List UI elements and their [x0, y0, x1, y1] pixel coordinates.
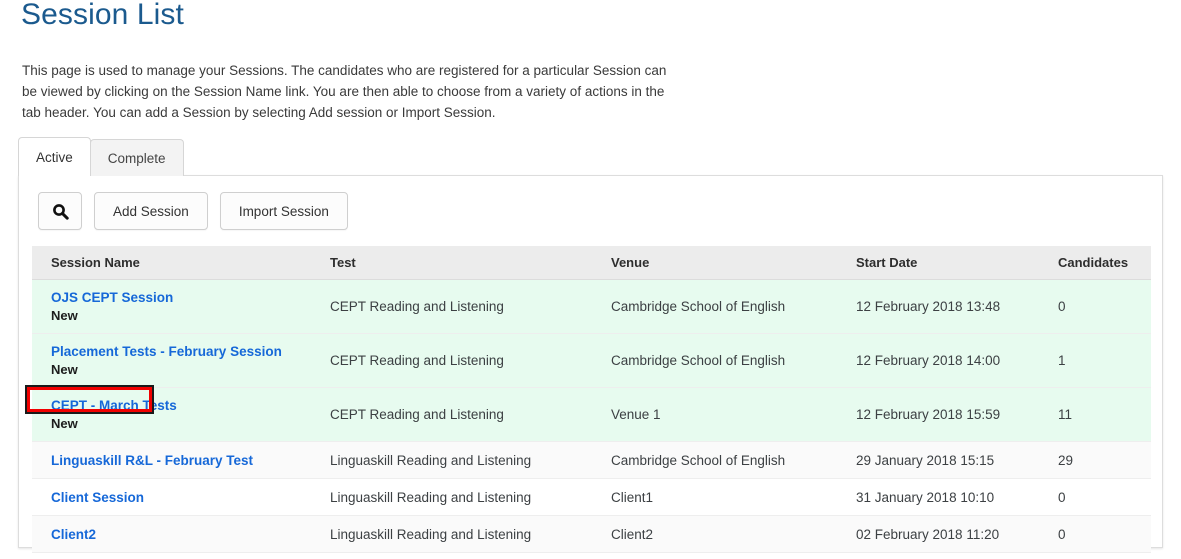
- table-row[interactable]: OJS CEPT Session New CEPT Reading and Li…: [32, 279, 1151, 334]
- column-header-test[interactable]: Test: [330, 246, 611, 280]
- cell-candidates: 0: [1058, 515, 1151, 553]
- cell-candidates: 0: [1058, 478, 1151, 516]
- cell-start-date: 12 February 2018 15:59: [856, 387, 1058, 442]
- session-list-page: Session List This page is used to manage…: [0, 0, 1181, 559]
- page-description: This page is used to manage your Session…: [22, 62, 667, 120]
- cell-venue: Client2: [611, 515, 856, 553]
- session-name-link-highlighted[interactable]: CEPT - March Tests: [51, 398, 177, 413]
- session-status: New: [51, 362, 78, 377]
- column-header-venue[interactable]: Venue: [611, 246, 856, 280]
- cell-candidates: 1: [1058, 333, 1151, 388]
- session-name-link[interactable]: Placement Tests - February Session: [51, 344, 282, 359]
- cell-test: CEPT Reading and Listening: [330, 333, 611, 388]
- cell-session-name: Linguaskill R&L - February Test: [32, 441, 330, 479]
- cell-start-date: 29 January 2018 15:15: [856, 441, 1058, 479]
- session-table: Session Name Test Venue Start Date Candi…: [32, 246, 1151, 553]
- cell-session-name: Client2: [32, 515, 330, 553]
- session-status: New: [51, 308, 78, 323]
- cell-start-date: 12 February 2018 14:00: [856, 333, 1058, 388]
- table-row[interactable]: Placement Tests - February Session New C…: [32, 333, 1151, 388]
- session-name-link[interactable]: Client2: [51, 527, 96, 542]
- import-session-label: Import Session: [238, 203, 329, 219]
- toolbar: Add Session Import Session: [38, 192, 348, 230]
- cell-start-date: 02 February 2018 11:20: [856, 515, 1058, 553]
- cell-session-name: OJS CEPT Session New: [32, 279, 330, 334]
- cell-candidates: 29: [1058, 441, 1151, 479]
- table-header: Session Name Test Venue Start Date Candi…: [32, 246, 1151, 280]
- cell-venue: Cambridge School of English: [611, 441, 856, 479]
- table-header-row: Session Name Test Venue Start Date Candi…: [32, 246, 1151, 280]
- search-button[interactable]: [38, 192, 82, 230]
- column-header-session-name[interactable]: Session Name: [32, 246, 330, 280]
- search-icon: [52, 203, 69, 220]
- tab-active-label: Active: [36, 149, 73, 165]
- cell-test: Linguaskill Reading and Listening: [330, 441, 611, 479]
- cell-start-date: 31 January 2018 10:10: [856, 478, 1058, 516]
- tab-complete-label: Complete: [107, 150, 166, 166]
- cell-venue: Venue 1: [611, 387, 856, 442]
- cell-test: Linguaskill Reading and Listening: [330, 478, 611, 516]
- import-session-button[interactable]: Import Session: [219, 192, 348, 230]
- table-row[interactable]: Client2 Linguaskill Reading and Listenin…: [32, 515, 1151, 553]
- tab-active[interactable]: Active: [18, 137, 91, 177]
- cell-test: CEPT Reading and Listening: [330, 279, 611, 334]
- tab-complete[interactable]: Complete: [89, 139, 184, 176]
- session-table-container: Session Name Test Venue Start Date Candi…: [32, 246, 1151, 553]
- cell-venue: Cambridge School of English: [611, 279, 856, 334]
- add-session-button[interactable]: Add Session: [94, 192, 208, 230]
- cell-venue: Cambridge School of English: [611, 333, 856, 388]
- cell-candidates: 11: [1058, 387, 1151, 442]
- cell-test: CEPT Reading and Listening: [330, 387, 611, 442]
- page-title: Session List: [21, 0, 184, 31]
- table-row-highlighted[interactable]: CEPT - March Tests New CEPT Reading and …: [32, 387, 1151, 442]
- table-row[interactable]: Linguaskill R&L - February Test Linguask…: [32, 441, 1151, 479]
- tab-strip: Active Complete: [18, 137, 184, 177]
- cell-session-name: Client Session: [32, 478, 330, 516]
- add-session-label: Add Session: [113, 203, 189, 219]
- session-status: New: [51, 416, 78, 431]
- cell-test: Linguaskill Reading and Listening: [330, 515, 611, 553]
- session-name-link[interactable]: OJS CEPT Session: [51, 290, 173, 305]
- table-body: OJS CEPT Session New CEPT Reading and Li…: [32, 279, 1151, 553]
- cell-start-date: 12 February 2018 13:48: [856, 279, 1058, 334]
- cell-session-name: Placement Tests - February Session New: [32, 333, 330, 388]
- session-name-link[interactable]: Linguaskill R&L - February Test: [51, 453, 253, 468]
- cell-candidates: 0: [1058, 279, 1151, 334]
- table-row[interactable]: Client Session Linguaskill Reading and L…: [32, 478, 1151, 516]
- column-header-start-date[interactable]: Start Date: [856, 246, 1058, 280]
- session-name-link[interactable]: Client Session: [51, 490, 144, 505]
- cell-session-name: CEPT - March Tests New: [32, 387, 330, 442]
- column-header-candidates[interactable]: Candidates: [1058, 246, 1151, 280]
- session-panel: Add Session Import Session Session Name …: [18, 175, 1163, 553]
- cell-venue: Client1: [611, 478, 856, 516]
